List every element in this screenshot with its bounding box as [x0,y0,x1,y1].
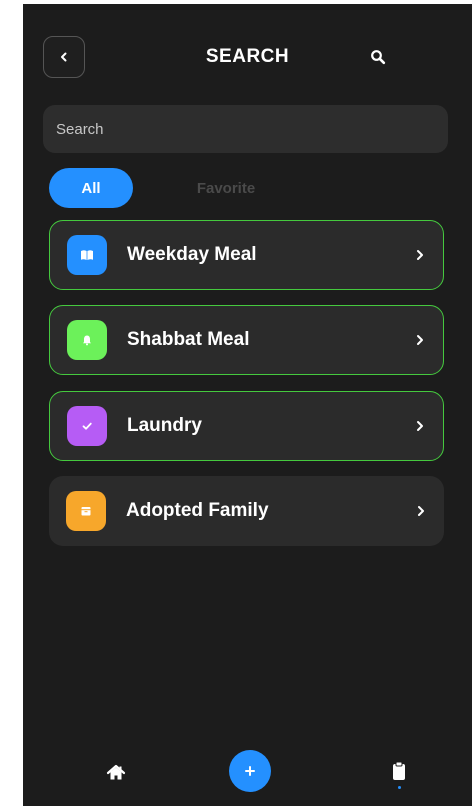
tab-favorite[interactable]: Favorite [173,168,279,208]
list-item-label: Weekday Meal [127,244,257,265]
list-item-label: Adopted Family [126,500,269,521]
active-indicator [398,786,401,789]
search-field [43,105,448,153]
home-icon [106,764,126,780]
page-title: SEARCH [205,46,290,67]
list-item-laundry[interactable]: Laundry [49,391,444,461]
chevron-right-icon [418,506,424,516]
chevron-right-icon [417,335,423,345]
list-item-shabbat-meal[interactable]: Shabbat Meal [49,305,444,375]
chevron-right-icon [417,250,423,260]
plus-icon [245,766,255,776]
search-icon [371,50,386,65]
chevron-right-icon [417,421,423,431]
clipboard-icon [393,761,405,780]
box-icon [66,491,106,531]
bell-icon [67,320,107,360]
list-item-weekday-meal[interactable]: Weekday Meal [49,220,444,290]
search-input[interactable] [43,105,448,153]
list-item-label: Shabbat Meal [127,329,250,350]
nav-home-button[interactable] [105,762,127,784]
tab-all[interactable]: All [49,168,133,208]
list-item-label: Laundry [127,415,202,436]
search-button[interactable] [367,46,389,68]
list-item-adopted-family[interactable]: Adopted Family [49,476,444,546]
book-icon [67,235,107,275]
check-icon [67,406,107,446]
nav-clipboard-button[interactable] [391,760,407,782]
app-screen: SEARCH All Favorite Weekday Meal [23,4,472,806]
add-button[interactable] [229,750,271,792]
